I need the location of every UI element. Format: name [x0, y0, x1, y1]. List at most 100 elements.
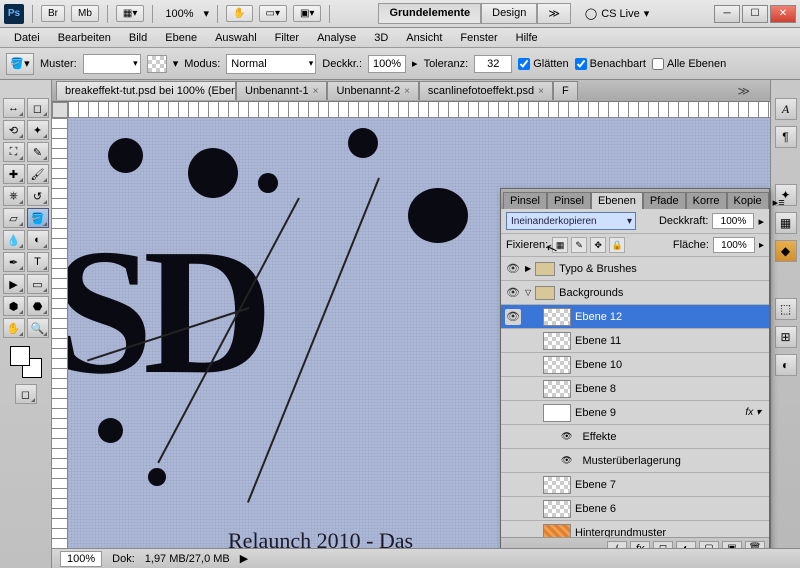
panel-tab-pinsel1[interactable]: Pinsel [503, 192, 547, 209]
ruler-horizontal[interactable] [68, 102, 770, 118]
layer-row[interactable]: Ebene 7 [501, 473, 769, 497]
visibility-icon[interactable] [505, 357, 521, 373]
fg-color-swatch[interactable] [10, 346, 30, 366]
visibility-icon[interactable] [505, 405, 521, 421]
crop-tool[interactable]: ⛶ [3, 142, 25, 162]
visibility-icon[interactable]: 👁 [505, 285, 521, 301]
close-icon[interactable]: × [404, 86, 410, 97]
menu-ansicht[interactable]: Ansicht [398, 30, 450, 46]
3d-tool[interactable]: ⬢ [3, 296, 25, 316]
alle-ebenen-check[interactable]: Alle Ebenen [652, 58, 726, 70]
lock-position-icon[interactable]: ✥ [590, 237, 606, 253]
lock-pixels-icon[interactable]: ✎ [571, 237, 587, 253]
menu-bild[interactable]: Bild [121, 30, 155, 46]
minibridge-button[interactable]: Mb [71, 5, 99, 22]
menu-ebene[interactable]: Ebene [157, 30, 205, 46]
visibility-icon[interactable] [505, 501, 521, 517]
visibility-icon[interactable] [505, 525, 521, 538]
current-tool-icon[interactable]: 🪣▾ [6, 53, 34, 75]
doc-tab-1[interactable]: Unbenannt-1× [236, 81, 327, 100]
layer-row[interactable]: Ebene 6 [501, 497, 769, 521]
layer-row[interactable]: Hintergrundmuster [501, 521, 769, 537]
marquee-tool[interactable]: ◻ [27, 98, 49, 118]
visibility-icon[interactable] [505, 381, 521, 397]
swatches-panel-icon[interactable]: ▦ [775, 212, 797, 234]
panel-tab-pfade[interactable]: Pfade [643, 192, 686, 209]
color-swatches[interactable] [10, 346, 42, 378]
move-tool[interactable]: ↔ [3, 98, 25, 118]
layer-row[interactable]: 👁▽Backgrounds [501, 281, 769, 305]
opacity-input[interactable] [368, 55, 406, 73]
character-panel-icon[interactable]: A [775, 98, 797, 120]
workspace-more[interactable]: ≫ [537, 3, 571, 24]
tab-overflow[interactable]: ≫ [733, 84, 754, 98]
minimize-button[interactable]: ─ [714, 5, 740, 23]
maximize-button[interactable]: ☐ [742, 5, 768, 23]
close-icon[interactable]: × [313, 86, 319, 97]
shape-tool[interactable]: ▭ [27, 274, 49, 294]
zoom-level[interactable]: 100% [161, 8, 197, 20]
layer-row[interactable]: Ebene 8 [501, 377, 769, 401]
workspace-tab-active[interactable]: Grundelemente [378, 3, 481, 24]
pattern-swatch[interactable] [147, 55, 167, 73]
color-panel-icon[interactable]: ◐ [775, 354, 797, 376]
visibility-icon[interactable] [505, 477, 521, 493]
eraser-tool[interactable]: ▱ [3, 208, 25, 228]
cslive-button[interactable]: ◯ CS Live▾ [585, 7, 649, 20]
layer-row[interactable]: 👁Effekte [501, 425, 769, 449]
menu-3d[interactable]: 3D [366, 30, 396, 46]
layer-row[interactable]: 👁Ebene 12 [501, 305, 769, 329]
path-select-tool[interactable]: ▶ [3, 274, 25, 294]
visibility-icon[interactable] [505, 333, 521, 349]
panel-tab-kopie[interactable]: Kopie [727, 192, 769, 209]
layer-row[interactable]: Ebene 9fx ▾ [501, 401, 769, 425]
styles-panel-icon[interactable]: ◆ [775, 240, 797, 262]
muster-select[interactable] [83, 54, 141, 74]
blur-tool[interactable]: 💧 [3, 230, 25, 250]
close-icon[interactable]: × [538, 86, 544, 97]
ruler-origin[interactable] [52, 102, 68, 118]
deckkraft-input[interactable] [712, 213, 754, 229]
quickmask-button[interactable]: ◻ [15, 384, 37, 404]
doc-tab-2[interactable]: Unbenannt-2× [327, 81, 418, 100]
hand-tool[interactable]: ✋ [3, 318, 25, 338]
visibility-icon[interactable] [505, 429, 521, 445]
panel-tab-korre[interactable]: Korre [686, 192, 727, 209]
workspace-tab-design[interactable]: Design [481, 3, 537, 24]
menu-bearbeiten[interactable]: Bearbeiten [50, 30, 119, 46]
screenmode-button[interactable]: ▣▾ [293, 5, 321, 22]
align-panel-icon[interactable]: ⊞ [775, 326, 797, 348]
lock-all-icon[interactable]: 🔒 [609, 237, 625, 253]
disclosure-icon[interactable]: ▶ [525, 264, 531, 273]
fx-indicator[interactable]: fx ▾ [745, 407, 765, 418]
benachbart-check[interactable]: Benachbart [575, 58, 646, 70]
heal-tool[interactable]: ✚ [3, 164, 25, 184]
layer-row[interactable]: Ebene 10 [501, 353, 769, 377]
panel-tab-ebenen[interactable]: Ebenen [591, 192, 643, 209]
visibility-icon[interactable] [505, 453, 521, 469]
zoom-tool[interactable]: 🔍 [27, 318, 49, 338]
doc-tab-0[interactable]: breakeffekt-tut.psd bei 100% (Ebene 12, … [56, 81, 236, 100]
wand-tool[interactable]: ✦ [27, 120, 49, 140]
status-zoom[interactable]: 100% [60, 551, 102, 567]
brush-tool[interactable]: 🖌 [27, 164, 49, 184]
arrange-button[interactable]: ▭▾ [259, 5, 287, 22]
pen-tool[interactable]: ✒ [3, 252, 25, 272]
ruler-vertical[interactable] [52, 118, 68, 568]
bridge-button[interactable]: Br [41, 5, 65, 22]
status-menu-icon[interactable]: ▶ [240, 552, 248, 565]
close-button[interactable]: ✕ [770, 5, 796, 23]
panel-tab-pinsel2[interactable]: Pinsel [547, 192, 591, 209]
menu-auswahl[interactable]: Auswahl [207, 30, 265, 46]
doc-tab-3[interactable]: scanlinefotoeffekt.psd× [419, 81, 553, 100]
tolerance-input[interactable] [474, 55, 512, 73]
modus-select[interactable]: Normal [226, 54, 316, 74]
menu-datei[interactable]: Datei [6, 30, 48, 46]
type-tool[interactable]: T [27, 252, 49, 272]
panel-menu-icon[interactable]: ▸≡ [769, 196, 789, 209]
view-extras-button[interactable]: ▦▾ [116, 5, 144, 22]
transform-panel-icon[interactable]: ⬚ [775, 298, 797, 320]
camera-tool[interactable]: ⬣ [27, 296, 49, 316]
dodge-tool[interactable]: ◐ [27, 230, 49, 250]
layer-row[interactable]: 👁▶Typo & Brushes [501, 257, 769, 281]
